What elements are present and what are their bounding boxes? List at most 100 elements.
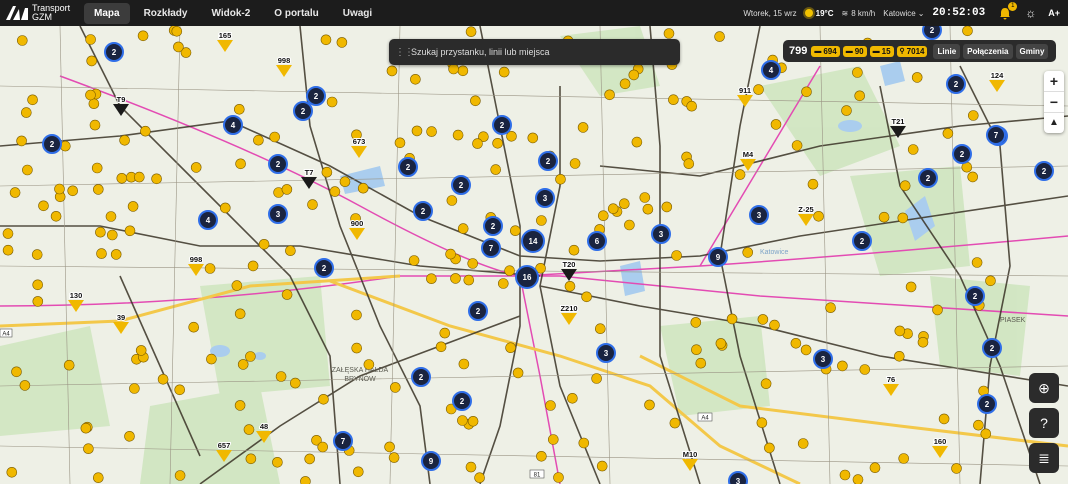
stop-marker[interactable] (452, 129, 464, 141)
stop-marker[interactable] (116, 173, 128, 184)
stop-marker[interactable] (281, 184, 293, 195)
stop-marker[interactable] (932, 304, 943, 316)
stop-marker[interactable] (555, 174, 566, 185)
stop-marker[interactable] (134, 171, 145, 183)
stop-marker[interactable] (807, 178, 819, 190)
stop-marker[interactable] (942, 128, 954, 139)
stop-marker[interactable] (50, 211, 62, 222)
stop-marker[interactable] (757, 314, 769, 325)
stop-cluster[interactable]: 7 (333, 431, 353, 451)
stop-marker[interactable] (351, 342, 363, 354)
stop-marker[interactable] (553, 472, 564, 483)
font-size-button[interactable]: A+ (1048, 8, 1060, 18)
stop-cluster[interactable]: 7 (481, 238, 501, 258)
stop-marker[interactable] (596, 460, 608, 472)
stop-marker[interactable] (307, 199, 318, 210)
stop-cluster[interactable]: 7 (986, 125, 1006, 145)
stop-marker[interactable] (967, 110, 979, 121)
stop-marker[interactable] (107, 229, 118, 241)
stop-marker[interactable] (800, 344, 812, 356)
stop-cluster[interactable]: 2 (451, 175, 471, 195)
stop-marker[interactable] (281, 289, 293, 300)
stop-cluster[interactable]: 2 (922, 26, 942, 40)
stop-marker[interactable] (695, 357, 707, 369)
stop-cluster[interactable]: 2 (538, 151, 558, 171)
stop-marker[interactable] (618, 198, 630, 209)
stop-cluster[interactable]: 3 (535, 188, 555, 208)
stop-cluster[interactable]: 2 (492, 115, 512, 135)
stop-cluster[interactable]: 14 (521, 229, 545, 253)
stop-cluster[interactable]: 2 (918, 168, 938, 188)
bus-count-chip[interactable]: ▬ 694 (811, 45, 840, 57)
stop-marker[interactable] (467, 415, 479, 427)
stop-cluster[interactable]: 3 (749, 205, 769, 225)
stop-marker[interactable] (352, 466, 364, 478)
stop-marker[interactable] (384, 441, 395, 453)
lines-button[interactable]: Linie (933, 43, 961, 59)
stop-marker[interactable] (27, 94, 38, 106)
stop-marker[interactable] (388, 452, 400, 463)
stop-marker[interactable] (16, 135, 27, 147)
stop-marker[interactable] (607, 203, 619, 214)
stop-marker[interactable] (93, 184, 104, 195)
stop-marker[interactable] (791, 140, 803, 151)
stop-marker[interactable] (105, 211, 117, 222)
stop-marker[interactable] (127, 201, 139, 212)
stop-marker[interactable] (604, 89, 615, 101)
stop-cluster[interactable]: 6 (587, 231, 607, 251)
nav-item-uwagi[interactable]: Uwagi (333, 3, 382, 24)
map-svg[interactable]: ZAŁĘSKA HAŁDA BRYNÓW PIASEK Katowice A4 … (0, 26, 1068, 484)
stop-cluster[interactable]: 2 (982, 338, 1002, 358)
stop-marker[interactable] (38, 200, 49, 212)
stop-marker[interactable] (243, 424, 255, 435)
stop-cluster[interactable]: 4 (198, 210, 218, 230)
stop-cluster[interactable]: 2 (411, 367, 431, 387)
stop-marker[interactable] (119, 135, 130, 146)
stop-marker[interactable] (435, 341, 447, 353)
stop-cluster[interactable]: 2 (314, 258, 334, 278)
stop-marker[interactable] (300, 476, 311, 484)
stop-marker[interactable] (690, 317, 702, 328)
stop-marker[interactable] (446, 195, 458, 206)
stop-cluster[interactable]: 9 (421, 451, 441, 471)
stop-marker[interactable] (801, 86, 812, 98)
stop-marker[interactable] (253, 134, 264, 146)
theme-toggle-sun-icon[interactable]: ☼ (1025, 6, 1036, 20)
stop-marker[interactable] (568, 244, 580, 256)
stop-marker[interactable] (2, 244, 14, 256)
stop-marker[interactable] (465, 26, 477, 37)
stop-marker[interactable] (594, 323, 606, 335)
stop-cluster[interactable]: 2 (1034, 161, 1054, 181)
stop-marker[interactable] (980, 428, 992, 440)
stop-marker[interactable] (173, 41, 184, 53)
stop-cluster[interactable]: 3 (596, 343, 616, 363)
stop-cluster[interactable]: 3 (813, 349, 833, 369)
stop-marker[interactable] (770, 119, 782, 130)
stop-marker[interactable] (408, 255, 420, 266)
stop-marker[interactable] (852, 67, 863, 78)
stop-marker[interactable] (234, 308, 246, 320)
stop-cluster[interactable]: 16 (515, 265, 539, 289)
stop-marker[interactable] (234, 400, 246, 411)
stop-marker[interactable] (411, 125, 423, 137)
stop-marker[interactable] (235, 158, 246, 170)
stop-marker[interactable] (16, 35, 28, 46)
stop-marker[interactable] (564, 280, 576, 292)
stop-marker[interactable] (624, 219, 635, 231)
stop-marker[interactable] (329, 186, 341, 197)
stop-marker[interactable] (509, 225, 521, 236)
stop-marker[interactable] (285, 245, 296, 256)
stop-marker[interactable] (527, 132, 539, 144)
stop-marker[interactable] (841, 105, 852, 116)
bike-count-chip[interactable]: ⚲ 7014 (896, 45, 928, 57)
stop-marker[interactable] (83, 443, 94, 455)
stop-marker[interactable] (465, 461, 477, 473)
stop-cluster[interactable]: 2 (306, 86, 326, 106)
stop-marker[interactable] (619, 78, 631, 90)
stop-marker[interactable] (756, 417, 768, 429)
stop-marker[interactable] (512, 367, 524, 379)
stop-marker[interactable] (545, 400, 556, 411)
stop-marker[interactable] (85, 34, 96, 45)
map-canvas[interactable]: ZAŁĘSKA HAŁDA BRYNÓW PIASEK Katowice A4 … (0, 26, 1068, 484)
stop-marker[interactable] (190, 162, 202, 173)
